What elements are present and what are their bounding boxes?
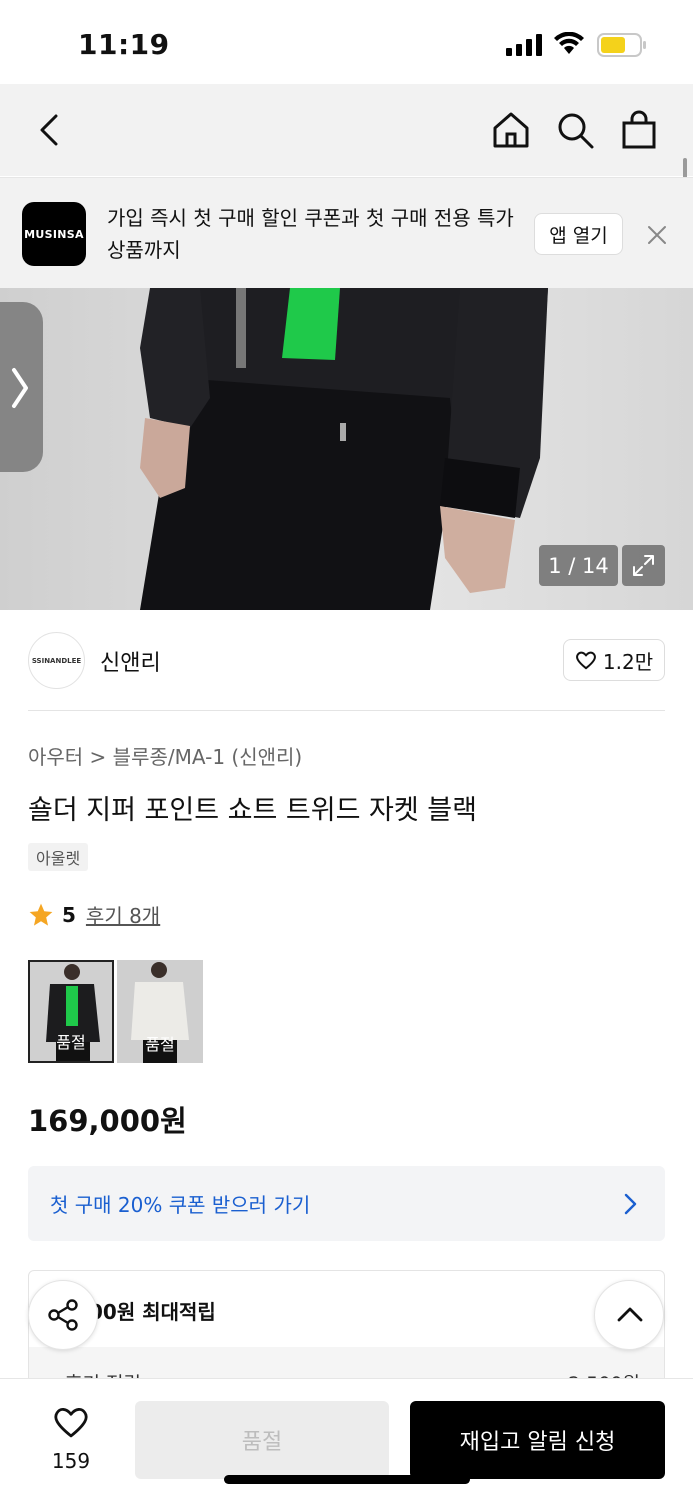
coupon-text: 첫 구매 20% 쿠폰 받으러 가기 [50,1193,311,1217]
scroll-top-button[interactable] [594,1280,664,1350]
first-purchase-coupon[interactable]: 첫 구매 20% 쿠폰 받으러 가기 [28,1166,665,1241]
brand-name[interactable]: 신앤리 [100,645,161,677]
open-app-button[interactable]: 앱 열기 [534,213,623,255]
color-option-white[interactable]: 품절 [117,960,203,1063]
expand-button[interactable] [622,545,665,586]
gallery-side-tab[interactable] [0,302,43,472]
wifi-icon [554,32,584,54]
share-icon [48,1299,78,1331]
expand-icon [633,555,654,576]
product-price: 169,000원 [28,1104,187,1138]
soldout-label: 품절 [145,1035,175,1054]
battery-icon [597,33,646,57]
wishlist-count: 159 [51,1449,91,1473]
brand-logo[interactable]: SSINANDLEE [28,632,85,689]
divider [28,710,665,711]
soldout-label: 품절 [56,1033,86,1052]
soldout-button: 품절 [135,1401,389,1479]
status-bar: 11:19 [0,0,693,84]
back-icon[interactable] [30,110,70,150]
cellular-signal-icon [506,34,542,56]
product-title: 숄더 지퍼 포인트 쇼트 트위드 자켓 블랙 [28,795,477,826]
rating-row: 5 후기 8개 [28,900,160,929]
search-icon[interactable] [555,110,595,150]
restock-alert-button[interactable]: 재입고 알림 신청 [410,1401,665,1479]
heart-icon [54,1408,88,1438]
shopping-bag-icon[interactable] [619,110,659,150]
chevron-right-icon [624,1193,637,1215]
home-indicator [224,1475,470,1484]
gallery-counter: 1 / 14 [539,545,618,586]
points-max: 00원 최대적립 [89,1300,216,1324]
heart-icon [575,651,596,670]
top-nav [0,84,693,176]
share-button[interactable] [28,1280,98,1350]
chevron-up-icon [617,1307,643,1322]
outlet-tag: 아울렛 [28,843,89,871]
reviews-link[interactable]: 후기 8개 [86,900,160,929]
wishlist-button[interactable]: 159 [38,1405,104,1473]
close-icon[interactable] [644,222,670,248]
banner-message: 가입 즉시 첫 구매 할인 쿠폰과 첫 구매 전용 특가 상품까지 [107,206,514,262]
musinsa-logo: MUSINSA [22,202,86,266]
app-install-banner: MUSINSA 가입 즉시 첫 구매 할인 쿠폰과 첫 구매 전용 특가 상품까… [0,177,693,288]
breadcrumb[interactable]: 아우터 > 블루종/MA-1 (신앤리) [28,741,302,770]
color-option-black[interactable]: 품절 [28,960,114,1063]
home-icon[interactable] [491,110,531,150]
brand-like-count: 1.2만 [602,649,654,674]
brand-like-button[interactable]: 1.2만 [563,639,665,681]
star-icon [29,903,53,926]
status-time: 11:19 [78,28,170,61]
rating-score: 5 [62,902,76,927]
chevron-right-icon [12,368,28,408]
